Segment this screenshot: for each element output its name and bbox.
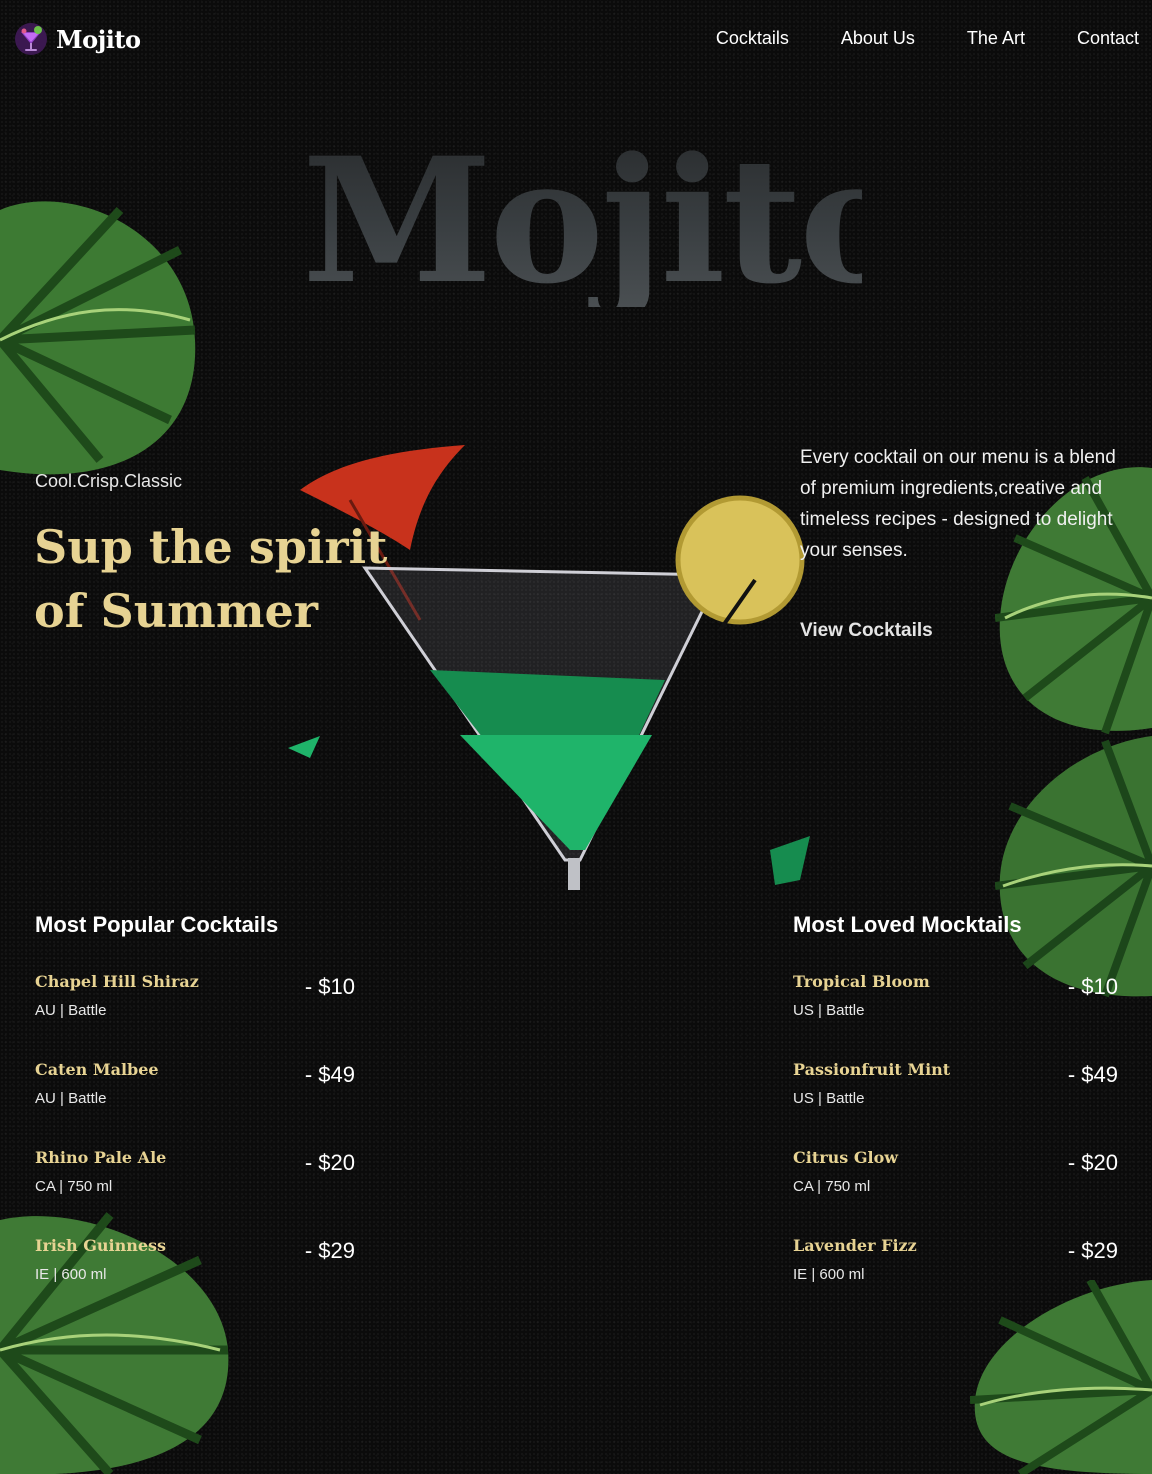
item-origin: IE | 600 ml [793, 1266, 865, 1283]
cocktail-glass-icon [15, 23, 47, 55]
popular-cocktails-list: Most Popular Cocktails Chapel Hill Shira… [35, 912, 355, 1324]
hero-description: Every cocktail on our menu is a blend of… [800, 447, 1116, 561]
item-name: Caten Malbee [35, 1060, 159, 1079]
item-origin: AU | Battle [35, 1002, 107, 1019]
item-name: Passionfruit Mint [793, 1060, 951, 1079]
item-name: Tropical Bloom [793, 972, 930, 991]
brand-logo[interactable]: Mojito [14, 22, 141, 56]
monstera-leaf-top-left [0, 190, 200, 480]
item-name: Citrus Glow [793, 1148, 899, 1167]
menu-item[interactable]: Caten Malbee AU | Battle - $49 [35, 1060, 355, 1148]
headline-line-1: Sup the spirit [34, 520, 388, 574]
item-price: - $20 [1067, 1150, 1118, 1175]
loved-mocktails-list: Most Loved Mocktails Tropical Bloom US |… [793, 912, 1118, 1324]
nav-links: Cocktails About Us The Art Contact [716, 28, 1139, 49]
hero-title: Mojito [302, 119, 914, 322]
brand-name: Mojito [56, 24, 141, 54]
menu-item[interactable]: Citrus Glow CA | 750 ml - $20 [793, 1148, 1118, 1236]
item-price: - $49 [1067, 1062, 1118, 1087]
item-origin: CA | 750 ml [35, 1178, 113, 1195]
item-origin: US | Battle [793, 1090, 865, 1107]
cocktails-heading: Most Popular Cocktails [35, 912, 279, 937]
item-origin: US | Battle [793, 1002, 865, 1019]
item-origin: AU | Battle [35, 1090, 107, 1107]
item-name: Irish Guinness [35, 1236, 167, 1255]
menu-item[interactable]: Chapel Hill Shiraz AU | Battle - $10 [35, 972, 355, 1060]
item-name: Chapel Hill Shiraz [35, 972, 199, 991]
item-price: - $10 [1067, 974, 1118, 999]
hero-headline: Sup the spirit of Summer [34, 515, 394, 643]
mocktails-heading: Most Loved Mocktails [793, 912, 1022, 937]
item-price: - $10 [304, 974, 355, 999]
item-name: Lavender Fizz [793, 1236, 917, 1255]
menu-item[interactable]: Passionfruit Mint US | Battle - $49 [793, 1060, 1118, 1148]
top-navigation: Mojito Cocktails About Us The Art Contac… [0, 0, 1152, 80]
item-price: - $29 [1067, 1238, 1118, 1263]
hero-tagline: Cool.Crisp.Classic [35, 471, 183, 491]
menu-item[interactable]: Lavender Fizz IE | 600 ml - $29 [793, 1236, 1118, 1324]
view-cocktails-link[interactable]: View Cocktails [800, 620, 933, 642]
item-origin: CA | 750 ml [793, 1178, 871, 1195]
nav-link-about-us[interactable]: About Us [841, 28, 915, 49]
menu-item[interactable]: Rhino Pale Ale CA | 750 ml - $20 [35, 1148, 355, 1236]
menu-item[interactable]: Irish Guinness IE | 600 ml - $29 [35, 1236, 355, 1324]
item-origin: IE | 600 ml [35, 1266, 107, 1283]
menu-item[interactable]: Tropical Bloom US | Battle - $10 [793, 972, 1118, 1060]
item-price: - $29 [304, 1238, 355, 1263]
item-name: Rhino Pale Ale [35, 1148, 167, 1167]
headline-line-2: of Summer [34, 584, 318, 638]
nav-link-contact[interactable]: Contact [1077, 28, 1139, 49]
item-price: - $20 [304, 1150, 355, 1175]
item-price: - $49 [304, 1062, 355, 1087]
nav-link-the-art[interactable]: The Art [967, 28, 1025, 49]
nav-link-cocktails[interactable]: Cocktails [716, 28, 789, 49]
